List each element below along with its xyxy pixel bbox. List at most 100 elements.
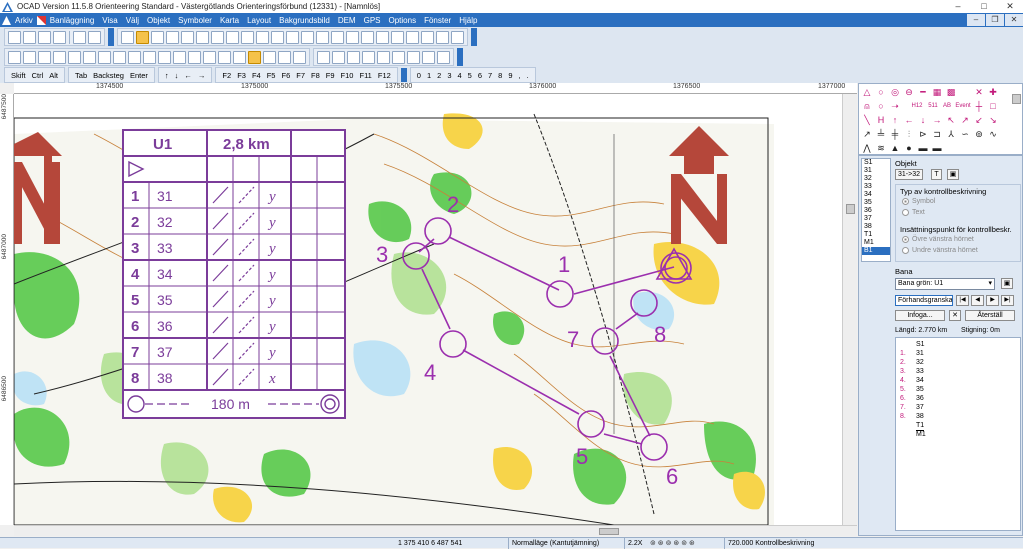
menu-visa[interactable]: Visa: [98, 16, 121, 25]
map-canvas[interactable]: 1 2 3 4 5 6 7 8 U1 2,8 km 1 31 y 2 32 y …: [14, 94, 842, 525]
key-period[interactable]: .: [524, 71, 532, 80]
cross-icon[interactable]: [188, 50, 201, 64]
key-f5[interactable]: F5: [264, 71, 279, 80]
finish-symbol-icon[interactable]: ◎: [889, 86, 901, 98]
black-gate-icon[interactable]: ⊐: [931, 128, 943, 140]
reshape-icon[interactable]: [346, 30, 359, 44]
key-6[interactable]: 6: [475, 71, 485, 80]
symbol-label[interactable]: 511: [925, 100, 941, 112]
next-control-button[interactable]: ▶: [986, 295, 999, 306]
key-f8[interactable]: F8: [308, 71, 323, 80]
undo-icon[interactable]: [73, 30, 86, 44]
curve-mode-icon[interactable]: [211, 30, 224, 44]
control-list-row[interactable]: 2. 32: [896, 358, 1020, 367]
open-file-icon[interactable]: [23, 30, 36, 44]
key-comma[interactable]: ,: [516, 71, 524, 80]
diagonal-icon[interactable]: ╲: [861, 114, 873, 126]
app-menu-icon[interactable]: [2, 15, 11, 25]
key-up[interactable]: ↑: [162, 71, 172, 80]
key-8[interactable]: 8: [495, 71, 505, 80]
orienteering-map[interactable]: 1 2 3 4 5 6 7 8 U1 2,8 km 1 31 y2 32 y3 …: [14, 94, 842, 525]
control-list-row[interactable]: 6. 36: [896, 394, 1020, 403]
black-arrow-icon[interactable]: ↗: [861, 128, 873, 140]
menu-karta[interactable]: Karta: [216, 16, 243, 25]
view-mode-icons[interactable]: ⊚ ⊛ ⊚ ⊛ ⊚ ⊛: [650, 539, 695, 548]
black-small-icon[interactable]: ⋀: [861, 142, 873, 154]
menu-bakgrundsbild[interactable]: Bakgrundsbild: [275, 16, 334, 25]
menu-banlaggning[interactable]: Banläggning: [46, 16, 98, 25]
edit-object-icon[interactable]: [136, 30, 149, 44]
arrow-up-icon[interactable]: ↑: [889, 114, 901, 126]
key-f2[interactable]: F2: [219, 71, 234, 80]
key-1[interactable]: 1: [424, 71, 434, 80]
course-list-item[interactable]: 34: [862, 191, 890, 199]
key-f10[interactable]: F10: [338, 71, 357, 80]
black-triple-icon[interactable]: ⫶: [903, 128, 915, 140]
radio-text[interactable]: Text: [902, 209, 925, 216]
join-icon[interactable]: [376, 30, 389, 44]
arrow-left-icon[interactable]: ←: [903, 114, 915, 126]
simplify-icon[interactable]: [143, 50, 156, 64]
doc-restore-button[interactable]: ❐: [986, 14, 1004, 26]
align-icon[interactable]: [68, 50, 81, 64]
arrow-nw-icon[interactable]: ↖: [945, 114, 957, 126]
black-bar-icon[interactable]: ╧: [875, 128, 887, 140]
menu-symboler[interactable]: Symboler: [174, 16, 216, 25]
parallel-icon[interactable]: [53, 50, 66, 64]
zoom-previous-icon[interactable]: [362, 50, 375, 64]
reset-button[interactable]: Återställ: [965, 310, 1015, 321]
course-list-item[interactable]: 32: [862, 175, 890, 183]
text-button[interactable]: T: [931, 169, 942, 180]
fill-icon[interactable]: [38, 50, 51, 64]
symbol-label[interactable]: Event: [953, 100, 973, 112]
dash-point-icon[interactable]: [436, 30, 449, 44]
control-list-row[interactable]: 1. 31: [896, 349, 1020, 358]
straight-line-icon[interactable]: [196, 30, 209, 44]
freehand-mode-icon[interactable]: [181, 30, 194, 44]
zoom-next-icon[interactable]: [377, 50, 390, 64]
course-list-item[interactable]: 31: [862, 167, 890, 175]
copy-icon[interactable]: ▣: [947, 169, 959, 180]
menu-gps[interactable]: GPS: [360, 16, 385, 25]
course-list-item[interactable]: 33: [862, 183, 890, 191]
course-list-item[interactable]: M1: [862, 239, 890, 247]
key-f4[interactable]: F4: [249, 71, 264, 80]
cross-icon[interactable]: ✕: [973, 86, 985, 98]
symbol-label[interactable]: AB: [941, 100, 953, 112]
control-list-row[interactable]: 4. 34: [896, 376, 1020, 385]
ellipse-mode-icon[interactable]: [226, 30, 239, 44]
control-list-row[interactable]: 8. 38: [896, 412, 1020, 421]
mirror-icon[interactable]: [128, 50, 141, 64]
close-button[interactable]: ✕: [997, 0, 1023, 12]
hatch-icon[interactable]: [293, 50, 306, 64]
zoom-entire-icon[interactable]: [392, 50, 405, 64]
preview-button[interactable]: Förhandsgranska: [895, 295, 953, 306]
smooth-mode-icon[interactable]: [241, 30, 254, 44]
course-list-item[interactable]: T1: [862, 231, 890, 239]
menu-layout[interactable]: Layout: [243, 16, 275, 25]
toolbar-grip[interactable]: [400, 68, 407, 82]
grid-icon[interactable]: [437, 50, 450, 64]
plus-icon[interactable]: ┼: [973, 100, 985, 112]
menu-options[interactable]: Options: [385, 16, 421, 25]
key-f9[interactable]: F9: [323, 71, 338, 80]
control-list-row[interactable]: T1: [896, 421, 1020, 431]
course-select[interactable]: Bana grön: U1 ▾: [895, 278, 995, 290]
symbol-scroll-thumb[interactable]: [1012, 94, 1021, 104]
control-list-row[interactable]: 3. 33: [896, 367, 1020, 376]
black-angle-icon[interactable]: ⊳: [917, 128, 929, 140]
control-list-row[interactable]: 5. 35: [896, 385, 1020, 394]
save-icon[interactable]: [38, 30, 51, 44]
scroll-thumb[interactable]: [846, 204, 855, 214]
black-hook-icon[interactable]: ∿: [987, 128, 999, 140]
doc-minimize-button[interactable]: –: [967, 14, 985, 26]
delete-vertex-icon[interactable]: [406, 30, 419, 44]
h-shape-icon[interactable]: H: [875, 114, 887, 126]
redo-icon[interactable]: [88, 30, 101, 44]
radio-upper-left[interactable]: Övre vänstra hörnet: [902, 236, 974, 243]
insert-button[interactable]: Infoga...: [895, 310, 945, 321]
leg-button[interactable]: 31->32: [895, 169, 923, 180]
course-list-item[interactable]: 37: [862, 215, 890, 223]
move-parallel-icon[interactable]: [98, 50, 111, 64]
toolbar-grip[interactable]: [457, 48, 463, 66]
